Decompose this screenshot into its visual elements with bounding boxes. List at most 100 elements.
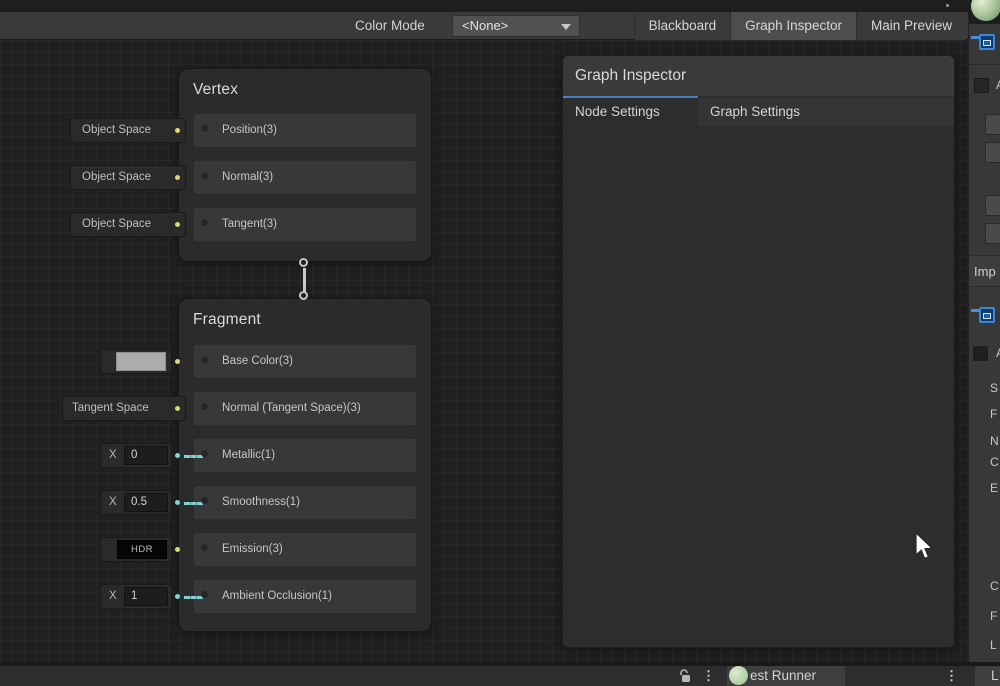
inspector-checkbox[interactable]	[972, 345, 989, 362]
slot-label: Smoothness(1)	[222, 486, 300, 519]
x-component-label: X	[109, 444, 117, 467]
tab-graph-settings[interactable]: Graph Settings	[698, 98, 858, 126]
normal-ts-space-dropdown[interactable]: Tangent Space	[62, 396, 186, 421]
context-connector-line	[303, 268, 306, 292]
shader-graph-asset-icon	[971, 305, 997, 329]
base-color-field[interactable]	[100, 349, 172, 374]
vertex-position-slot[interactable]: Position(3)	[194, 114, 416, 147]
kebab-menu-icon[interactable]: ⋮	[945, 666, 958, 686]
connector-dot-icon	[175, 175, 180, 180]
ambient-occlusion-slot[interactable]: Ambient Occlusion(1)	[194, 580, 416, 613]
ao-value-input[interactable]: 1	[124, 587, 168, 606]
position-port-icon[interactable]	[201, 125, 208, 132]
color-mode-label: Color Mode	[355, 12, 425, 40]
connector-dot-icon	[175, 222, 180, 227]
normal-space-dropdown[interactable]: Object Space	[70, 165, 186, 190]
ao-port-icon[interactable]	[201, 591, 208, 598]
vertex-node-title: Vertex	[193, 81, 238, 99]
graph-inspector-button[interactable]: Graph Inspector	[730, 12, 856, 40]
connector-line	[184, 502, 203, 505]
connector-dot-icon	[175, 594, 180, 599]
clipped-label: F	[990, 609, 997, 623]
metallic-value-input[interactable]: 0	[124, 446, 168, 465]
position-space-dropdown[interactable]: Object Space	[70, 118, 186, 143]
tangent-port-icon[interactable]	[201, 219, 208, 226]
base-color-port-icon[interactable]	[201, 356, 208, 363]
hdr-color-swatch[interactable]: HDR	[117, 540, 167, 559]
emission-color-field[interactable]: HDR	[100, 537, 172, 562]
space-dropdown-label: Object Space	[71, 166, 185, 189]
status-dot-icon	[946, 4, 949, 7]
smoothness-float-field[interactable]: X 0.5	[100, 490, 172, 515]
slot-label: Normal(3)	[222, 161, 273, 194]
blackboard-button[interactable]: Blackboard	[634, 12, 731, 40]
vertex-normal-slot[interactable]: Normal(3)	[194, 161, 416, 194]
vertex-tangent-slot[interactable]: Tangent(3)	[194, 208, 416, 241]
slot-label: Tangent(3)	[222, 208, 277, 241]
connector-line	[184, 455, 203, 458]
emission-slot[interactable]: Emission(3)	[194, 533, 416, 566]
color-swatch[interactable]	[116, 352, 166, 371]
tab-node-settings[interactable]: Node Settings	[563, 98, 698, 126]
main-preview-button[interactable]: Main Preview	[856, 12, 966, 40]
inspector-field[interactable]	[985, 114, 1000, 135]
inspector-checkbox[interactable]	[974, 78, 989, 93]
tangent-space-dropdown[interactable]: Object Space	[70, 212, 186, 237]
fragment-node-title: Fragment	[193, 311, 261, 329]
color-mode-value: <None>	[462, 18, 508, 33]
smoothness-value-input[interactable]: 0.5	[124, 493, 168, 512]
inspector-field[interactable]	[985, 142, 1000, 163]
shader-graph-toolbar: Color Mode <None> Blackboard Graph Inspe…	[0, 12, 968, 40]
inspector-field[interactable]	[985, 223, 1000, 244]
window-top-strip	[0, 0, 1000, 12]
connector-dot-icon	[175, 500, 180, 505]
unity-inspector-clipped: A Imp A S F N C E C F L	[968, 0, 1000, 662]
slot-label: Metallic(1)	[222, 439, 275, 472]
clipped-label: A	[996, 346, 1000, 360]
slot-label: Position(3)	[222, 114, 277, 147]
mouse-cursor-icon	[913, 532, 935, 562]
metallic-slot[interactable]: Metallic(1)	[194, 439, 416, 472]
connector-dot-icon	[175, 453, 180, 458]
shader-graph-window: Color Mode <None> Blackboard Graph Inspe…	[0, 0, 1000, 686]
space-dropdown-label: Object Space	[71, 213, 185, 236]
clipped-label: L	[990, 638, 997, 652]
inspector-field[interactable]	[985, 195, 1000, 216]
base-color-slot[interactable]: Base Color(3)	[194, 345, 416, 378]
imported-object-header[interactable]: Imp	[969, 255, 1000, 287]
divider	[969, 64, 1000, 65]
slot-label: Normal (Tangent Space)(3)	[222, 392, 361, 425]
normal-ts-slot[interactable]: Normal (Tangent Space)(3)	[194, 392, 416, 425]
connector-line	[184, 596, 203, 599]
chevron-down-icon	[561, 24, 571, 30]
unlock-icon[interactable]	[678, 669, 691, 683]
smoothness-port-icon[interactable]	[201, 497, 208, 504]
shader-graph-asset-icon	[971, 32, 997, 56]
space-dropdown-label: Tangent Space	[63, 397, 185, 420]
clipped-label: S	[990, 381, 998, 395]
connector-dot-icon	[175, 547, 180, 552]
metallic-float-field[interactable]: X 0	[100, 443, 172, 468]
context-connector-top-icon	[299, 258, 308, 267]
x-component-label: X	[109, 491, 117, 514]
bottom-status-bar: ⋮ est Runner ⋮ L	[0, 666, 1000, 686]
smoothness-slot[interactable]: Smoothness(1)	[194, 486, 416, 519]
connector-dot-icon	[175, 128, 180, 133]
normal-port-icon[interactable]	[201, 172, 208, 179]
clipped-label: A	[996, 78, 1000, 92]
metallic-port-icon[interactable]	[201, 450, 208, 457]
clipped-label: F	[990, 407, 997, 421]
color-mode-dropdown[interactable]: <None>	[452, 15, 580, 37]
space-dropdown-label: Object Space	[71, 119, 185, 142]
ao-float-field[interactable]: X 1	[100, 584, 172, 609]
slot-label: Ambient Occlusion(1)	[222, 580, 332, 613]
clipped-label: E	[990, 481, 998, 495]
graph-inspector-panel: Graph Inspector Node Settings Graph Sett…	[562, 55, 955, 648]
slot-label: Emission(3)	[222, 533, 283, 566]
kebab-menu-icon[interactable]: ⋮	[702, 666, 715, 686]
graph-inspector-title: Graph Inspector	[575, 56, 686, 96]
normal-ts-port-icon[interactable]	[201, 403, 208, 410]
graph-inspector-header[interactable]: Graph Inspector	[563, 56, 954, 96]
emission-port-icon[interactable]	[201, 544, 208, 551]
bottom-right-segment[interactable]: L	[975, 666, 1000, 686]
